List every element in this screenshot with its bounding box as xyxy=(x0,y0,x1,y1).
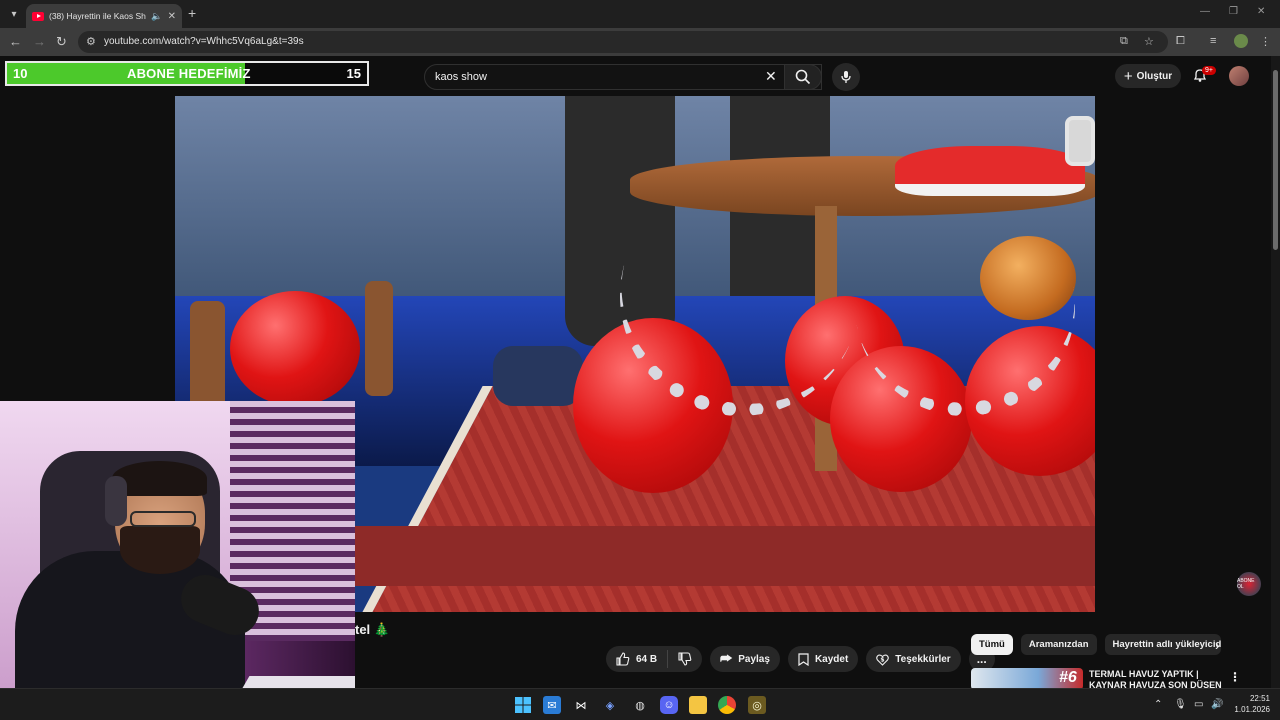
like-dislike-group: 64 B xyxy=(606,646,703,672)
network-icon[interactable]: ▭ xyxy=(1194,699,1203,710)
goal-label: ABONE HEDEFİMİZ xyxy=(127,66,251,81)
webcam-person-beard xyxy=(120,526,200,574)
close-tab-icon[interactable]: ✕ xyxy=(168,11,176,22)
streamer-webcam xyxy=(0,401,355,720)
file-explorer-icon[interactable] xyxy=(689,696,707,714)
account-avatar[interactable] xyxy=(1229,66,1249,86)
video-scene-couch-leg xyxy=(365,281,393,396)
tab-list-chevron-down-icon[interactable]: ▾ xyxy=(4,4,24,24)
search-query-text: kaos show xyxy=(435,71,487,83)
address-bar[interactable]: ⚙ youtube.com/watch?v=Whhc5Vq6aLg&t=39s … xyxy=(78,31,1168,53)
recommended-episode-number: #6 xyxy=(1059,669,1077,686)
thanks-label: Teşekkürler xyxy=(895,653,951,665)
app-icon-2[interactable]: ◎ xyxy=(748,696,766,714)
clock-date: 1.01.2026 xyxy=(1234,705,1270,714)
media-controls-icon[interactable]: ≡ xyxy=(1210,35,1216,47)
cast-icon[interactable]: ⧉ xyxy=(1120,35,1128,48)
browser-toolbar: ← → ↻ ⚙ youtube.com/watch?v=Whhc5Vq6aLg&… xyxy=(0,28,1280,56)
search-icon xyxy=(795,69,811,85)
browser-profile-avatar[interactable] xyxy=(1234,34,1248,48)
voice-search-button[interactable] xyxy=(832,63,860,91)
share-label: Paylaş xyxy=(738,653,770,665)
goal-target: 15 xyxy=(346,66,361,81)
search-input[interactable]: kaos show ✕ xyxy=(424,64,822,90)
back-arrow-icon[interactable]: ← xyxy=(9,34,22,49)
minimize-icon[interactable]: — xyxy=(1200,6,1210,17)
capcut-icon[interactable]: ⋈ xyxy=(572,696,590,714)
site-info-icon[interactable]: ⚙ xyxy=(86,35,96,48)
tab-title: (38) Hayrettin ile Kaos Show xyxy=(49,11,147,21)
volume-icon[interactable]: 🔊 xyxy=(1211,699,1223,710)
new-tab-button[interactable]: + xyxy=(188,5,196,21)
video-scene-santa-hat xyxy=(895,146,1085,196)
clock-time: 22:51 xyxy=(1249,694,1270,703)
share-icon: ⮫ xyxy=(720,651,733,666)
save-label: Kaydet xyxy=(814,653,849,665)
taskbar-clock[interactable]: 22:51 1.01.2026 xyxy=(1232,693,1270,715)
microphone-icon xyxy=(841,71,851,83)
obs-icon[interactable]: ◍ xyxy=(631,696,649,714)
webcam-person-glasses xyxy=(130,511,196,527)
webcam-headphones xyxy=(105,476,127,526)
chevron-right-icon[interactable]: › xyxy=(1215,637,1220,653)
browser-tab-bar: ▾ (38) Hayrettin ile Kaos Show 🔈 ✕ + — ❐… xyxy=(0,0,1280,28)
page-scrollbar[interactable] xyxy=(1271,56,1280,688)
dislike-button[interactable] xyxy=(668,652,702,666)
chip-from-search[interactable]: Aramanızdan xyxy=(1020,634,1097,655)
browser-menu-icon[interactable]: ⋮ xyxy=(1260,35,1271,48)
speaker-icon[interactable]: 🔈 xyxy=(151,11,162,22)
url-text: youtube.com/watch?v=Whhc5Vq6aLg&t=39s xyxy=(104,36,304,47)
microphone-tray-icon[interactable]: 🎙 xyxy=(1174,699,1187,710)
close-window-icon[interactable]: ✕ xyxy=(1257,6,1265,17)
windows-logo-icon xyxy=(515,697,531,713)
tray-chevron-up-icon[interactable]: ⌃ xyxy=(1154,699,1162,710)
clear-search-icon[interactable]: ✕ xyxy=(765,68,777,85)
windows-taskbar: ✉ ⋈ ◈ ◍ ☺ ◎ ⌃ 🎙 ▭ 🔊 xyxy=(0,688,1280,720)
reload-icon[interactable]: ↻ xyxy=(56,34,67,50)
video-title: tel 🎄 xyxy=(355,622,390,637)
search-button[interactable] xyxy=(784,64,822,90)
thanks-button[interactable]: $ Teşekkürler xyxy=(866,646,961,672)
restore-icon[interactable]: ❐ xyxy=(1229,6,1238,17)
save-button[interactable]: Kaydet xyxy=(787,646,859,672)
svg-text:$: $ xyxy=(881,656,885,663)
thumbs-up-icon xyxy=(616,652,630,666)
thumbs-down-icon xyxy=(678,652,692,666)
video-scene-mug xyxy=(1065,116,1095,166)
forward-arrow-icon[interactable]: → xyxy=(33,34,46,49)
like-count: 64 B xyxy=(636,653,658,665)
create-label: Oluştur xyxy=(1136,70,1173,82)
thanks-heart-dollar-icon: $ xyxy=(876,654,890,666)
outlook-icon[interactable]: ✉ xyxy=(543,696,561,714)
subscriber-goal-bar: 10 ABONE HEDEFİMİZ 15 xyxy=(5,61,369,86)
video-scene-shoe xyxy=(493,346,583,406)
browser-tab[interactable]: (38) Hayrettin ile Kaos Show 🔈 ✕ xyxy=(26,4,182,28)
chrome-icon[interactable] xyxy=(718,696,736,714)
like-button[interactable]: 64 B xyxy=(606,650,669,668)
share-button[interactable]: ⮫ Paylaş xyxy=(710,646,780,672)
goal-current: 10 xyxy=(13,66,28,81)
windows-start-icon[interactable] xyxy=(514,696,532,714)
channel-watermark[interactable]: ABONE OL xyxy=(1237,572,1261,596)
recommended-title[interactable]: TERMAL HAVUZ YAPTIK | KAYNAR HAVUZA SON … xyxy=(1089,669,1224,690)
video-actions: 64 B ⮫ Paylaş Kaydet $ Teşekkürler ... xyxy=(606,646,995,672)
video-scene-rug-edge xyxy=(355,526,1095,586)
chip-from-uploader[interactable]: Hayrettin adlı yükleyicid xyxy=(1104,634,1221,655)
recommended-menu-icon[interactable]: ⋮ xyxy=(1229,670,1241,684)
create-button[interactable]: + Oluştur xyxy=(1115,64,1181,88)
extensions-icon[interactable]: ⧠ xyxy=(1176,35,1185,48)
recommended-video[interactable]: #6 TERMAL HAVUZ YAPTIK | KAYNAR HAVUZA S… xyxy=(971,668,1271,690)
app-icon[interactable]: ◈ xyxy=(601,696,619,714)
notification-badge: 9+ xyxy=(1202,66,1216,75)
youtube-favicon-icon xyxy=(32,11,44,21)
chip-all[interactable]: Tümü xyxy=(971,634,1013,655)
bookmark-icon xyxy=(798,652,809,666)
plus-icon: + xyxy=(1123,67,1133,85)
related-filter-chips: Tümü Aramanızdan Hayrettin adlı yükleyic… xyxy=(971,634,1221,655)
bookmark-star-icon[interactable]: ☆ xyxy=(1144,35,1154,48)
scrollbar-thumb[interactable] xyxy=(1273,70,1278,250)
discord-icon[interactable]: ☺ xyxy=(660,696,678,714)
video-scene-balloon xyxy=(230,291,360,406)
